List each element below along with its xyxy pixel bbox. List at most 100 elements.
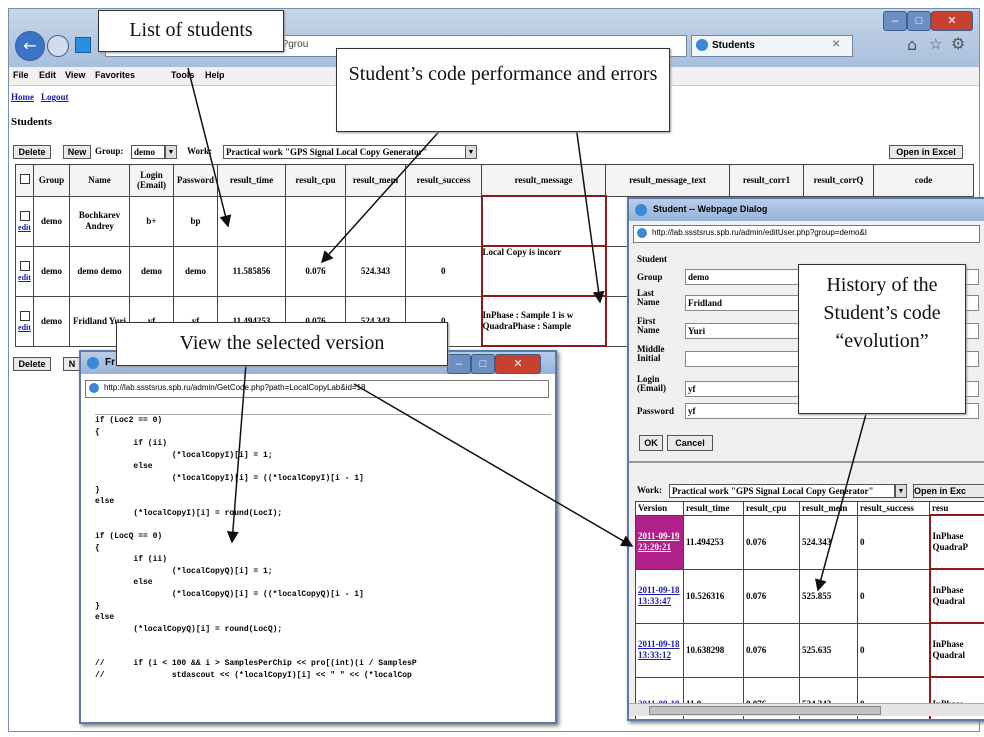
row-select-cell[interactable]: edit <box>15 245 34 297</box>
column-header[interactable]: result_message_text <box>605 164 730 197</box>
tab-close-icon[interactable]: ✕ <box>832 39 840 50</box>
version-time-cell: 10.638298 <box>683 622 744 678</box>
column-header[interactable]: result_mem <box>345 164 406 197</box>
work-select-value: Practical work "GPS Signal Local Copy Ge… <box>226 147 428 157</box>
logout-link[interactable]: Logout <box>41 92 69 102</box>
home-icon[interactable]: ⌂ <box>907 35 917 54</box>
versions-header: Version result_time result_cpu result_me… <box>635 501 984 516</box>
forward-button[interactable] <box>47 35 69 57</box>
column-header[interactable]: Login (Email) <box>129 164 174 197</box>
row-select-cell[interactable]: edit <box>15 295 34 347</box>
code-line: if (ii) <box>95 555 168 565</box>
column-header[interactable]: result_time <box>217 164 286 197</box>
home-link[interactable]: Home <box>11 92 34 102</box>
column-header[interactable]: code <box>873 164 974 197</box>
column-header[interactable]: result_success <box>857 501 930 516</box>
dialog-address-bar[interactable]: http://lab.ssstsrus.spb.ru/admin/editUse… <box>633 225 980 243</box>
select-all-checkbox[interactable] <box>19 174 30 185</box>
menu-favorites[interactable]: Favorites <box>95 70 135 80</box>
version-link[interactable]: 2011-09-18 13:33:12 <box>635 622 684 678</box>
version-link[interactable]: 2011-09-18 13:33:47 <box>635 568 684 624</box>
dialog-title: Student -- Webpage Dialog <box>653 204 768 214</box>
code-window-address-bar[interactable]: http://lab.ssstsrus.spb.ru/admin/GetCode… <box>85 380 549 398</box>
cancel-button[interactable]: Cancel <box>667 435 713 451</box>
scrollbar-thumb[interactable] <box>649 706 881 715</box>
code-line: // if (i < 100 && i > SamplesPerChip << … <box>95 659 417 669</box>
menu-help[interactable]: Help <box>205 70 225 80</box>
row-checkbox[interactable] <box>19 260 30 271</box>
chevron-down-icon[interactable]: ▼ <box>165 145 177 159</box>
menu-tools[interactable]: Tools <box>171 70 194 80</box>
row-checkbox[interactable] <box>19 310 30 321</box>
minimize-button[interactable]: – <box>883 11 907 31</box>
name-cell: Bochkarev Andrey <box>69 195 130 247</box>
row-checkbox[interactable] <box>19 210 30 221</box>
code-line: if (LocQ == 0) <box>95 531 163 541</box>
group-select[interactable]: demo <box>131 145 165 159</box>
column-header[interactable]: resu <box>929 501 984 516</box>
version-cpu-cell: 0.076 <box>743 568 800 624</box>
edit-link[interactable]: edit <box>17 323 33 332</box>
version-link-selected[interactable]: 2011-09-19 23:20:21 <box>635 514 684 570</box>
back-button[interactable]: ← <box>15 31 45 61</box>
close-button[interactable]: ✕ <box>931 11 973 31</box>
column-header[interactable]: result_corr1 <box>729 164 804 197</box>
version-row[interactable]: 2011-09-19 23:20:21 11.494253 0.076 524.… <box>635 514 984 570</box>
favorites-star-icon[interactable]: ☆ <box>929 35 942 53</box>
column-header[interactable]: Name <box>69 164 130 197</box>
maximize-button[interactable]: □ <box>471 354 495 374</box>
dialog-work-select[interactable]: Practical work "GPS Signal Local Copy Ge… <box>669 484 895 498</box>
chevron-down-icon[interactable]: ▼ <box>895 484 907 498</box>
new-button[interactable]: New <box>63 145 91 159</box>
menu-edit[interactable]: Edit <box>39 70 56 80</box>
column-header[interactable]: Password <box>173 164 218 197</box>
name-cell: demo demo <box>69 245 130 297</box>
column-header[interactable]: result_message <box>481 164 606 197</box>
row-select-cell[interactable]: edit <box>15 195 34 247</box>
version-row[interactable]: 2011-09-18 13:33:47 10.526316 0.076 525.… <box>635 568 984 624</box>
dialog-title-bar: Student -- Webpage Dialog <box>629 199 984 221</box>
column-header[interactable]: result_mem <box>799 501 858 516</box>
ok-button[interactable]: OK <box>639 435 663 451</box>
dialog-work-value: Practical work "GPS Signal Local Copy Ge… <box>672 486 874 496</box>
close-button[interactable]: ✕ <box>495 354 541 374</box>
version-message-cell: InPhase QuadraP <box>928 514 984 570</box>
column-header[interactable]: result_cpu <box>743 501 800 516</box>
code-line: } <box>95 485 100 495</box>
select-all-checkbox-cell[interactable] <box>15 164 34 197</box>
code-line: if (ii) <box>95 439 168 449</box>
minimize-button[interactable]: – <box>447 354 471 374</box>
delete-button[interactable]: Delete <box>13 145 51 159</box>
code-line: { <box>95 427 100 437</box>
open-in-excel-button[interactable]: Open in Excel <box>889 145 963 159</box>
gear-icon[interactable]: ⚙ <box>951 34 965 53</box>
dialog-url: http://lab.ssstsrus.spb.ru/admin/editUse… <box>652 228 868 237</box>
version-message-cell: InPhase Quadral <box>928 568 984 624</box>
column-header[interactable]: result_cpu <box>285 164 346 197</box>
work-select[interactable]: Practical work "GPS Signal Local Copy Ge… <box>223 145 467 159</box>
column-header[interactable]: result_corrQ <box>803 164 874 197</box>
column-header[interactable]: result_time <box>683 501 744 516</box>
dialog-open-excel-button[interactable]: Open in Exc <box>913 484 984 498</box>
maximize-button[interactable]: □ <box>907 11 931 31</box>
edit-link[interactable]: edit <box>17 273 33 282</box>
chevron-down-icon[interactable]: ▼ <box>465 145 477 159</box>
ie-icon <box>87 357 99 369</box>
menu-view[interactable]: View <box>65 70 85 80</box>
bottom-delete-button[interactable]: Delete <box>13 357 51 371</box>
version-row[interactable]: 2011-09-18 13:33:12 10.638298 0.076 525.… <box>635 622 984 678</box>
code-line: { <box>95 543 100 553</box>
horizontal-scrollbar[interactable] <box>629 703 984 716</box>
column-header[interactable]: Group <box>33 164 70 197</box>
dialog-work-label: Work: <box>637 485 663 495</box>
tab-students[interactable]: Students ✕ <box>691 35 853 57</box>
column-header[interactable]: Version <box>635 501 684 516</box>
callout-performance: Student’s code performance and errors <box>336 48 670 132</box>
message-cell: Local Copy is incorr <box>480 245 607 297</box>
edit-link[interactable]: edit <box>17 223 33 232</box>
login-cell: demo <box>129 245 174 297</box>
menu-file[interactable]: File <box>13 70 29 80</box>
column-header[interactable]: result_success <box>405 164 482 197</box>
